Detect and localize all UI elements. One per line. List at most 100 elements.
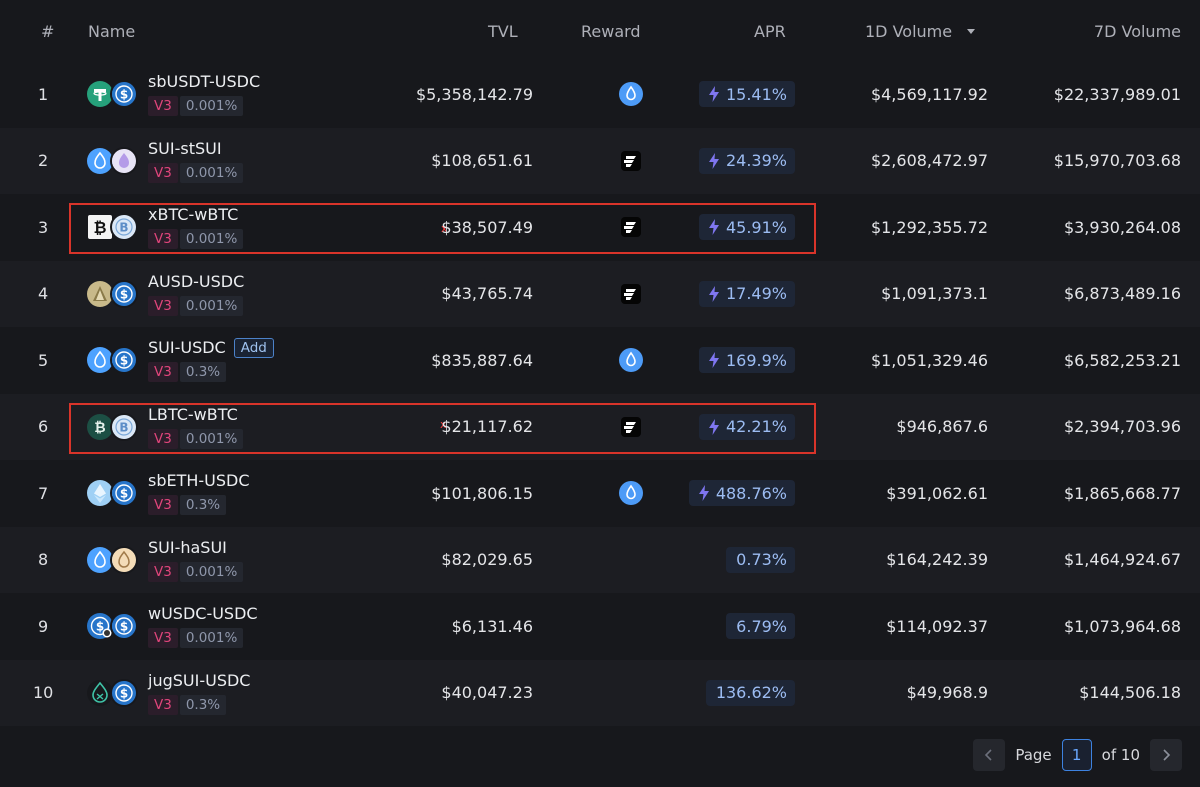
- apr-badge[interactable]: 45.91%: [698, 214, 795, 240]
- table-row[interactable]: 10 $ jugSUI-USDC V3 0.3% $40,047.23 136.62% $49…: [0, 659, 1200, 726]
- row-rank: 8: [38, 550, 49, 570]
- fee-tier-badge: 0.001%: [179, 295, 244, 316]
- fee-tier-badge: 0.001%: [179, 628, 244, 648]
- row-rank: 7: [38, 483, 49, 503]
- header-apr[interactable]: APR: [754, 22, 786, 42]
- volume-1d-value: $2,608,472.97: [870, 151, 988, 171]
- volume-7d-value: $6,873,489.16: [1063, 284, 1181, 304]
- pool-name-block[interactable]: LBTC-wBTC V3 0.001%: [148, 404, 244, 449]
- fee-tier-badge: 0.001%: [179, 162, 244, 183]
- volume-1d-value: $391,062.61: [886, 483, 988, 503]
- pool-name[interactable]: LBTC-wBTC: [148, 405, 238, 424]
- svg-text:$: $: [120, 487, 128, 501]
- version-badge: V3: [148, 295, 178, 316]
- svg-text:₿: ₿: [93, 218, 106, 237]
- svg-text:B: B: [119, 221, 128, 235]
- apr-value: 6.79%: [736, 616, 787, 636]
- bolt-icon: [708, 219, 719, 235]
- pool-name-block[interactable]: SUI-haSUI V3 0.001%: [148, 537, 244, 582]
- prev-page-button[interactable]: [973, 739, 1006, 771]
- reward-cell: [617, 394, 645, 461]
- add-liquidity-button[interactable]: Add: [233, 338, 274, 358]
- volume-1d-value: $114,092.37: [886, 616, 988, 636]
- bolt-icon: [708, 86, 719, 102]
- volume-1d-value: $1,051,329.46: [870, 350, 988, 370]
- bolt-icon: [708, 352, 719, 368]
- table-row[interactable]: 8 SUI-haSUI V3 0.001% $82,029.65 0.73% $164,24…: [0, 526, 1200, 593]
- reward-cell: [617, 593, 645, 660]
- token-pair-icons: [86, 128, 144, 195]
- apr-badge[interactable]: 42.21%: [698, 413, 795, 440]
- pool-name[interactable]: AUSD-USDC: [148, 272, 244, 291]
- pool-name-block[interactable]: SUI-stSUI V3 0.001%: [148, 138, 244, 183]
- reward-cell: [617, 194, 645, 261]
- pool-name-block[interactable]: wUSDC-USDC V3 0.001%: [148, 603, 258, 648]
- token-pair-icons: $: [86, 327, 144, 394]
- table-row[interactable]: 4 $ AUSD-USDC V3 0.001% $43,765.74 17.49% $1,09…: [0, 260, 1200, 327]
- version-badge: V3: [148, 628, 178, 648]
- apr-value: 169.9%: [725, 350, 787, 370]
- apr-badge[interactable]: 136.62%: [705, 679, 795, 706]
- pool-name-block[interactable]: xBTC-wBTC V3 0.001%: [148, 204, 244, 249]
- pool-name-block[interactable]: sbUSDT-USDC V3 0.001%: [148, 71, 260, 116]
- pool-name-block[interactable]: jugSUI-USDC V3 0.3%: [148, 670, 250, 715]
- version-badge: V3: [148, 561, 178, 582]
- table-row[interactable]: 3 ₿ BxBTC-wBTC V3 0.001% x $38,507.49 45.91% $1,…: [0, 194, 1200, 261]
- table-row[interactable]: 7 $ sbETH-USDC V3 0.3% $101,806.15 488.76% $391…: [0, 460, 1200, 527]
- pool-name[interactable]: SUI-stSUI: [148, 139, 222, 158]
- current-page-input[interactable]: 1: [1061, 739, 1092, 771]
- apr-badge[interactable]: 15.41%: [698, 81, 795, 107]
- apr-value: 0.73%: [736, 550, 787, 569]
- apr-badge[interactable]: 0.73%: [726, 546, 795, 573]
- fee-tier-badge: 0.001%: [179, 229, 244, 249]
- svg-text:$: $: [120, 88, 128, 102]
- tvl-value: $40,047.23: [441, 683, 533, 703]
- pool-name[interactable]: sbUSDT-USDC: [148, 72, 260, 91]
- hasui-icon: [110, 545, 138, 574]
- fee-tier-badge: 0.3%: [179, 495, 227, 515]
- table-row[interactable]: 2 SUI-stSUI V3 0.001% $108,651.61 24.39% $2,60…: [0, 127, 1200, 195]
- pool-name-block[interactable]: SUI-USDC Add V3 0.3%: [148, 337, 274, 382]
- header-1d-volume[interactable]: 1D Volume: [865, 22, 976, 42]
- usdc-icon: $: [110, 678, 138, 707]
- apr-badge[interactable]: 488.76%: [688, 480, 795, 506]
- pool-name[interactable]: jugSUI-USDC: [148, 671, 250, 690]
- header-7d-volume[interactable]: 7D Volume: [1094, 22, 1181, 42]
- pool-name-block[interactable]: sbETH-USDC V3 0.3%: [148, 470, 250, 515]
- reward-cell: [617, 327, 645, 394]
- table-row[interactable]: 1 $ sbUSDT-USDC V3 0.001% $5,358,142.79 15.41%…: [0, 61, 1200, 128]
- header-name[interactable]: Name: [88, 22, 135, 42]
- row-rank: 4: [38, 284, 49, 304]
- row-rank: 5: [38, 350, 49, 370]
- volume-7d-value: $2,394,703.96: [1063, 417, 1181, 437]
- pool-name[interactable]: SUI-haSUI: [148, 538, 227, 557]
- header-tvl[interactable]: TVL: [488, 22, 518, 42]
- apr-badge[interactable]: 169.9%: [698, 347, 795, 373]
- table-row[interactable]: 6 ₿ B LBTC-wBTC V3 0.001% x $21,117.62 42.21% $94…: [0, 393, 1200, 461]
- volume-7d-value: $1,464,924.67: [1063, 550, 1181, 570]
- volume-1d-value: $1,292,355.72: [870, 217, 988, 237]
- version-badge: V3: [148, 162, 178, 183]
- pool-name[interactable]: sbETH-USDC: [148, 471, 250, 490]
- apr-badge[interactable]: 6.79%: [726, 613, 795, 639]
- token-pair-icons: ₿ B: [86, 194, 144, 261]
- table-row[interactable]: 5 $ SUI-USDC Add V3 0.3% $835,887.64 169.9% $1,0…: [0, 327, 1200, 394]
- pool-name[interactable]: xBTC-wBTC: [148, 205, 238, 224]
- pool-name[interactable]: SUI-USDC: [148, 338, 226, 357]
- table-row[interactable]: 9 $ $ wUSDC-USDC V3 0.001% $6,131.46 6.79% $114,…: [0, 593, 1200, 660]
- pool-name-block[interactable]: AUSD-USDC V3 0.001%: [148, 271, 244, 316]
- page-total-label: of 10: [1101, 746, 1140, 764]
- pool-name[interactable]: wUSDC-USDC: [148, 604, 258, 623]
- apr-badge[interactable]: 24.39%: [698, 147, 795, 174]
- apr-badge[interactable]: 17.49%: [698, 280, 795, 307]
- tvl-value: $43,765.74: [441, 284, 533, 304]
- pagination: Page 1 of 10: [973, 738, 1182, 772]
- version-badge: V3: [148, 495, 178, 515]
- tvl-value: $101,806.15: [431, 483, 533, 503]
- svg-text:B: B: [119, 420, 128, 434]
- next-page-button[interactable]: [1150, 739, 1182, 771]
- page-label: Page: [1015, 746, 1052, 764]
- reward-cell: [617, 61, 645, 128]
- token-pair-icons: ₿ B: [86, 394, 144, 461]
- svg-text:$: $: [120, 620, 128, 634]
